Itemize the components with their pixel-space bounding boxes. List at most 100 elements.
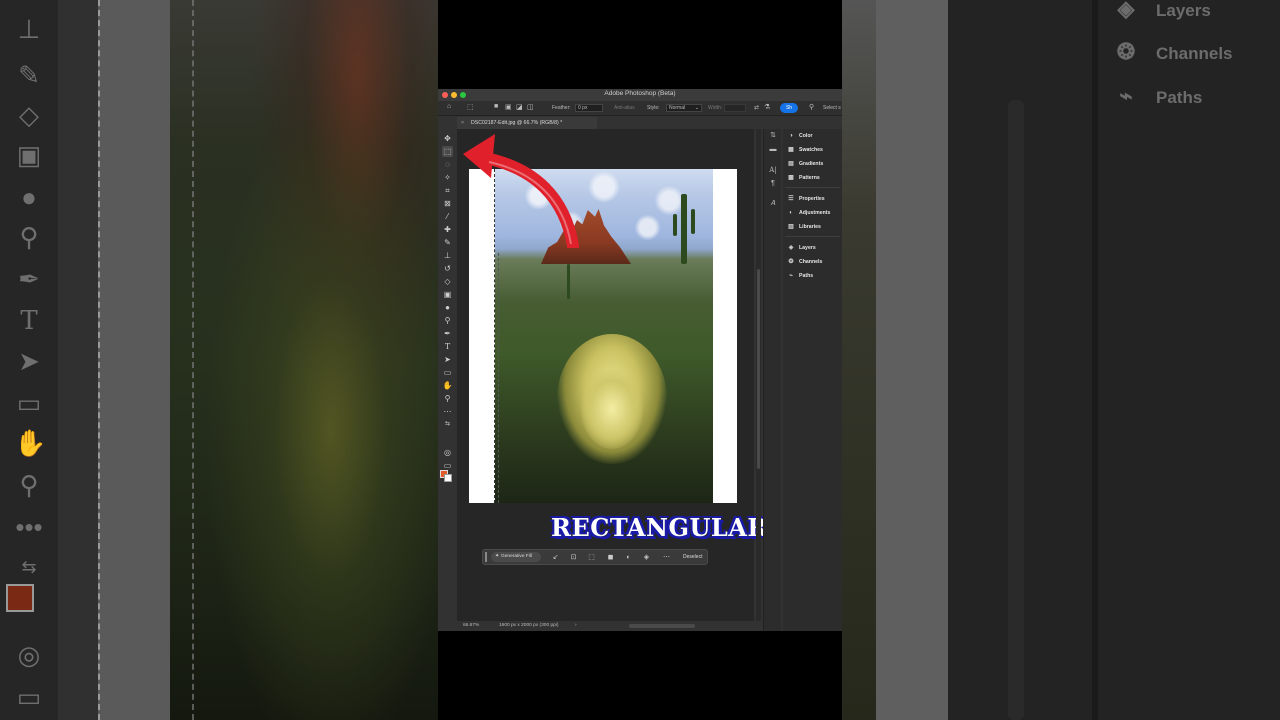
vertical-scrollbar[interactable] bbox=[756, 129, 761, 622]
zoom-tool-icon[interactable]: ⚲ bbox=[442, 393, 453, 404]
style-select[interactable]: Normal ⌄ bbox=[666, 104, 702, 112]
panel-paths[interactable]: ⌁ Paths bbox=[787, 272, 813, 280]
panel-adjustments[interactable]: ◐ Adjustments bbox=[787, 209, 830, 217]
frame-tool-icon[interactable]: ⊠ bbox=[442, 198, 453, 209]
collapsed-panel-strip: ⇅ ▬ A| ¶ 𝐴 bbox=[763, 129, 781, 631]
contextual-task-bar: ✦ Generative Fill ↙ ⊡ ⬚ ◼ ◐ ◈ ⋯ Deselect bbox=[482, 549, 708, 565]
add-selection-icon[interactable]: ▣ bbox=[505, 103, 512, 111]
generative-fill-label: Generative Fill bbox=[501, 554, 532, 559]
screen-mode-icon[interactable]: ▭ bbox=[442, 460, 453, 471]
background-photo-blur bbox=[170, 0, 438, 720]
lasso-tool-icon[interactable]: ◌ bbox=[442, 159, 453, 170]
adjustment-icon[interactable]: ◐ bbox=[624, 553, 633, 562]
panel-patterns[interactable]: ▩ Patterns bbox=[787, 174, 820, 182]
move-tool-icon[interactable]: ✥ bbox=[442, 133, 453, 144]
style-label: Style: bbox=[647, 105, 660, 111]
adjustments-icon: ◐ bbox=[789, 210, 793, 216]
panel-label: Properties bbox=[799, 196, 825, 202]
panel-libraries[interactable]: ▥ Libraries bbox=[787, 223, 821, 231]
panel-layers[interactable]: ◈ Layers bbox=[787, 244, 816, 252]
sparkle-icon: ✦ bbox=[495, 554, 500, 559]
brush-tool-icon[interactable]: ✎ bbox=[442, 237, 453, 248]
history-brush-tool-icon[interactable]: ↺ bbox=[442, 263, 453, 274]
rectangle-tool-icon[interactable]: ▭ bbox=[442, 367, 453, 378]
path-select-icon: ➤ bbox=[18, 346, 40, 376]
type-tool-icon[interactable]: T bbox=[442, 341, 453, 352]
intersect-selection-icon[interactable]: ◫ bbox=[527, 103, 534, 111]
panel-label: Adjustments bbox=[799, 210, 831, 216]
subtract-selection-icon[interactable]: ◪ bbox=[516, 103, 523, 111]
panel-properties[interactable]: ☰ Properties bbox=[787, 195, 825, 203]
drag-handle[interactable] bbox=[485, 552, 487, 562]
select-subject-button[interactable]: Select s bbox=[823, 105, 841, 111]
beaker-icon[interactable]: ⚗ bbox=[764, 103, 770, 111]
glyphs-icon[interactable]: 𝐴 bbox=[768, 199, 778, 209]
eyedropper-tool-icon[interactable]: ⁄ bbox=[442, 211, 453, 222]
eraser-tool-icon[interactable]: ◇ bbox=[442, 276, 453, 287]
marquee-preset-icon[interactable]: ⬚ bbox=[467, 103, 474, 111]
edit-toolbar-icon[interactable]: ⋯ bbox=[442, 406, 453, 417]
hand-tool-icon[interactable]: ✋ bbox=[442, 380, 453, 391]
background-color-swatch[interactable] bbox=[444, 474, 452, 482]
select-subject-icon[interactable]: ↙ bbox=[551, 553, 560, 562]
fill-icon[interactable]: ◈ bbox=[642, 553, 651, 562]
rectangular-marquee-tool-icon[interactable]: ⬚ bbox=[442, 146, 453, 157]
quick-mask-icon: ◎ bbox=[17, 640, 41, 670]
blur-tool-icon[interactable]: ● bbox=[442, 302, 453, 313]
background-panel-channels: ❂ Channels bbox=[1110, 39, 1233, 65]
chevron-right-icon[interactable]: › bbox=[575, 621, 577, 631]
layers-icon: ◈ bbox=[788, 245, 794, 251]
feather-input[interactable]: 0 px bbox=[575, 104, 603, 112]
zoom-icon: ⚲ bbox=[19, 470, 39, 500]
pen-tool-icon[interactable]: ✒ bbox=[442, 328, 453, 339]
pen-icon: ✒ bbox=[18, 264, 40, 294]
zoom-level[interactable]: 66.67% bbox=[463, 621, 479, 631]
share-button[interactable]: Sh bbox=[780, 103, 798, 113]
background-blur-left: ⊥ ✎ ◇ ▣ ● ⚲ ✒ T ➤ ▭ ✋ ⚲ ••• ⇆ ◎ ▭ bbox=[0, 0, 438, 720]
gradients-icon: ▤ bbox=[788, 161, 794, 167]
brush-icon: ✎ bbox=[18, 60, 40, 90]
channels-icon: ❂ bbox=[1116, 39, 1136, 64]
history-icon[interactable]: ⇅ bbox=[768, 131, 778, 141]
quick-mask-icon[interactable]: ◎ bbox=[442, 447, 453, 458]
mask-icon[interactable]: ◼ bbox=[606, 553, 615, 562]
panel-channels[interactable]: ❂ Channels bbox=[787, 258, 822, 266]
document-tab-label: DSC02187-Edit.jpg @ 66.7% (RGB/8) * bbox=[471, 120, 563, 126]
new-selection-icon[interactable]: ■ bbox=[494, 103, 498, 110]
cholla-highlight bbox=[581, 369, 643, 449]
panel-label: Color bbox=[799, 133, 813, 139]
horizontal-scroll-thumb[interactable] bbox=[629, 624, 695, 628]
comments-icon[interactable]: ▬ bbox=[768, 145, 778, 155]
more-options-icon[interactable]: ⋯ bbox=[662, 553, 671, 562]
modify-selection-icon[interactable]: ⊡ bbox=[569, 553, 578, 562]
gradient-tool-icon[interactable]: ▣ bbox=[442, 289, 453, 300]
search-icon[interactable]: ⚲ bbox=[809, 103, 814, 111]
crop-tool-icon[interactable]: ⌗ bbox=[442, 185, 453, 196]
paths-icon: ⌁ bbox=[789, 273, 793, 279]
character-icon[interactable]: A| bbox=[768, 165, 778, 175]
path-selection-tool-icon[interactable]: ➤ bbox=[442, 354, 453, 365]
dodge-tool-icon[interactable]: ⚲ bbox=[442, 315, 453, 326]
scroll-thumb[interactable] bbox=[757, 269, 760, 469]
panel-color[interactable]: ◑ Color bbox=[787, 132, 813, 140]
background-blur-right: ◈ Layers ❂ Channels ⌁ Paths bbox=[842, 0, 1280, 720]
rectangle-icon: ▭ bbox=[16, 388, 42, 418]
width-input[interactable] bbox=[724, 104, 746, 112]
swap-dimensions-icon[interactable]: ⇄ bbox=[754, 104, 759, 111]
paragraph-icon[interactable]: ¶ bbox=[768, 179, 778, 189]
background-panel-label: Channels bbox=[1156, 44, 1233, 63]
background-panel-layers: ◈ Layers bbox=[1110, 0, 1211, 22]
healing-brush-tool-icon[interactable]: ✚ bbox=[442, 224, 453, 235]
anti-alias-checkbox[interactable]: Anti-alias bbox=[614, 105, 635, 111]
generative-fill-button[interactable]: ✦ Generative Fill bbox=[491, 552, 541, 562]
home-icon[interactable]: ⌂ bbox=[447, 103, 451, 110]
deselect-button[interactable]: Deselect bbox=[683, 553, 702, 562]
panel-gradients[interactable]: ▤ Gradients bbox=[787, 160, 823, 168]
clone-stamp-tool-icon[interactable]: ⊥ bbox=[442, 250, 453, 261]
options-bar: ⌂ ⬚ ■ ▣ ◪ ◫ Feather: 0 px Anti-alias Sty… bbox=[438, 101, 842, 116]
transform-selection-icon[interactable]: ⬚ bbox=[587, 553, 596, 562]
object-selection-tool-icon[interactable]: ✧ bbox=[442, 172, 453, 183]
default-colors-icon[interactable]: ⇆ bbox=[442, 419, 453, 430]
more-tools-icon: ••• bbox=[15, 512, 43, 542]
panel-swatches[interactable]: ▦ Swatches bbox=[787, 146, 823, 154]
